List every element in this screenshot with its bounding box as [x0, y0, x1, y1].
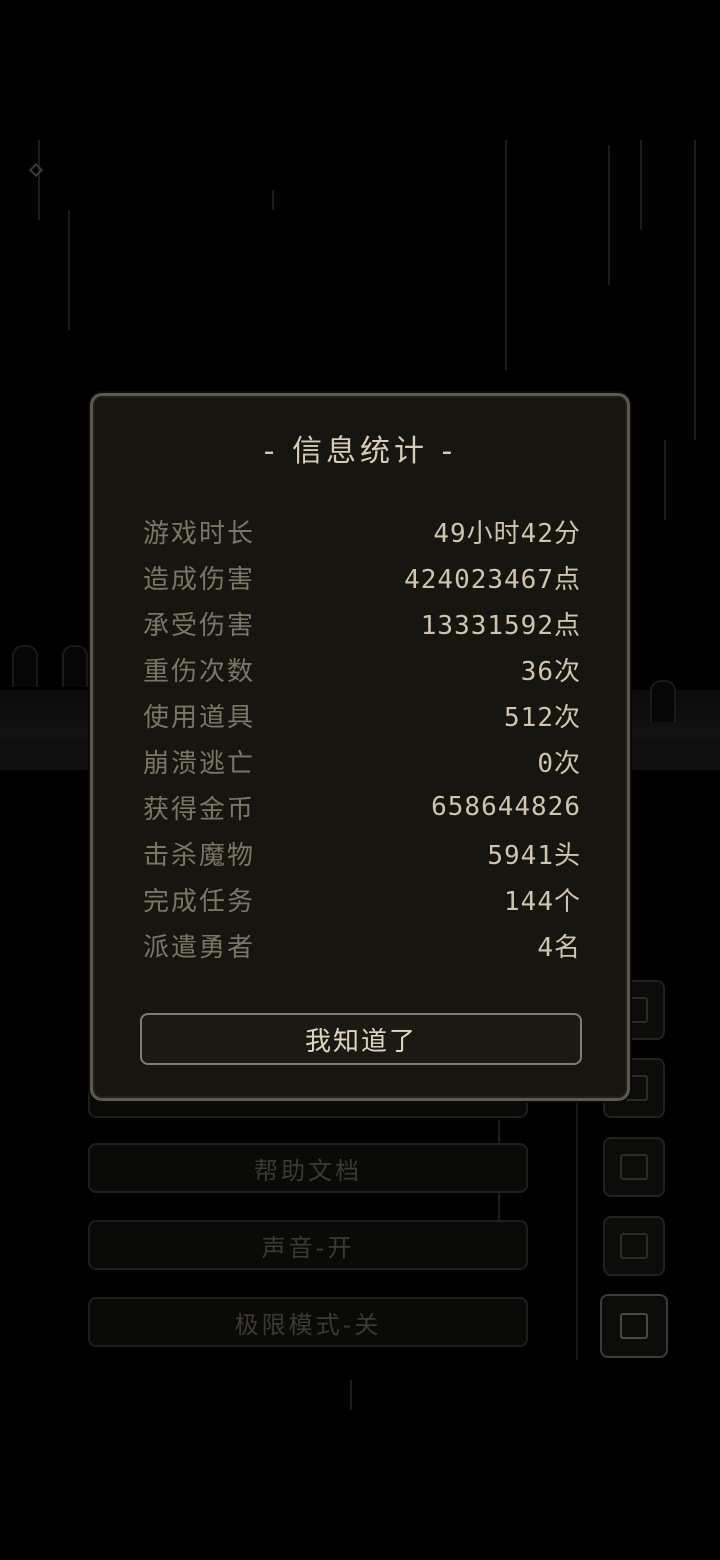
stat-value: 424023467点: [404, 564, 581, 595]
stats-dialog: - 信息统计 - 游戏时长 49小时42分 造成伤害 424023467点 承受…: [90, 393, 630, 1101]
help-docs-button: 帮助文档: [88, 1143, 528, 1193]
stat-value: 13331592点: [420, 610, 581, 641]
dialog-title: - 信息统计 -: [263, 434, 457, 469]
stat-label: 崩溃逃亡: [143, 748, 256, 779]
stat-label: 击杀魔物: [143, 840, 256, 871]
stat-label: 重伤次数: [143, 656, 256, 687]
sound-toggle-button: 声音-开: [88, 1220, 528, 1270]
rain-streak: [664, 440, 666, 520]
rain-streak: [694, 140, 696, 440]
document-icon-glyph: [620, 1233, 648, 1259]
stat-row-damage-taken: 承受伤害 13331592点: [143, 600, 581, 646]
stat-row-monsters-killed: 击杀魔物 5941头: [143, 830, 581, 876]
stat-row-gold-earned: 获得金币 658644826: [143, 784, 581, 830]
stat-row-heroes-dispatched: 派遣勇者 4名: [143, 922, 581, 968]
window-arch: [650, 680, 676, 722]
computer-icon: [600, 1294, 668, 1358]
window-arch: [12, 645, 38, 687]
rain-streak: [640, 140, 642, 230]
computer-icon-glyph: [620, 1313, 648, 1339]
stat-row-quests-completed: 完成任务 144个: [143, 876, 581, 922]
stats-list: 游戏时长 49小时42分 造成伤害 424023467点 承受伤害 133315…: [143, 508, 581, 968]
card-icon: [603, 1137, 665, 1197]
stat-value: 512次: [504, 702, 581, 733]
stat-row-play-time: 游戏时长 49小时42分: [143, 508, 581, 554]
rain-streak: [68, 210, 70, 330]
divider: [576, 1100, 578, 1360]
rain-streak: [272, 190, 274, 210]
stat-value: 0次: [537, 748, 581, 779]
sparkle-icon: [28, 162, 44, 178]
rain-streak: [38, 140, 40, 220]
stat-value: 144个: [504, 886, 581, 917]
stat-row-routed: 崩溃逃亡 0次: [143, 738, 581, 784]
stat-label: 获得金币: [143, 794, 256, 825]
stat-label: 完成任务: [143, 886, 256, 917]
stat-label: 造成伤害: [143, 564, 256, 595]
stat-label: 派遣勇者: [143, 932, 256, 963]
extreme-mode-toggle-button: 极限模式-关: [88, 1297, 528, 1347]
card-icon-glyph: [620, 1154, 648, 1180]
stat-row-items-used: 使用道具 512次: [143, 692, 581, 738]
rain-streak: [608, 145, 610, 285]
stat-row-damage-dealt: 造成伤害 424023467点: [143, 554, 581, 600]
stat-value: 36次: [520, 656, 581, 687]
stat-row-severe-injuries: 重伤次数 36次: [143, 646, 581, 692]
rain-streak: [505, 140, 507, 370]
rain-streak: [350, 1380, 352, 1410]
window-arch: [62, 645, 88, 687]
stat-label: 使用道具: [143, 702, 256, 733]
stat-label: 承受伤害: [143, 610, 256, 641]
stat-value: 658644826: [431, 792, 581, 822]
document-icon: [603, 1216, 665, 1276]
stat-value: 49小时42分: [433, 518, 581, 549]
stat-label: 游戏时长: [143, 518, 256, 549]
stat-value: 5941头: [487, 840, 581, 871]
confirm-button[interactable]: 我知道了: [140, 1013, 582, 1065]
stat-value: 4名: [537, 932, 581, 963]
